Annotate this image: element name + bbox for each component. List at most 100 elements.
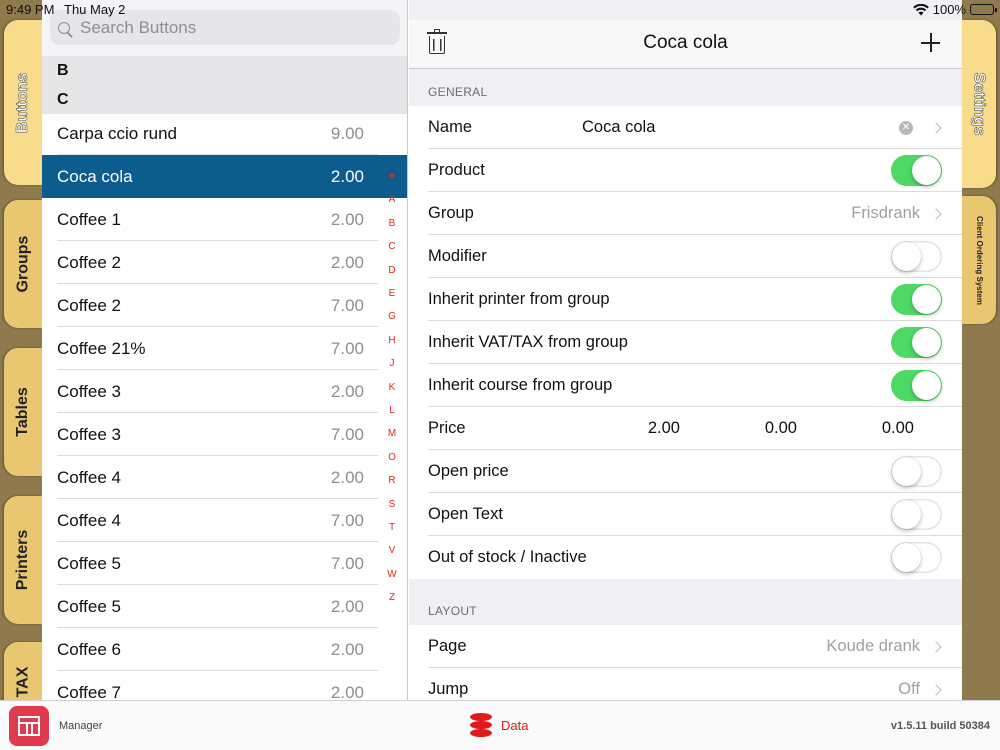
list-item[interactable]: Coffee 2 2.00 [42,241,407,284]
setting-label: Open Text [428,505,503,523]
price-field[interactable]: 0.00 [854,419,914,438]
index-letter[interactable]: A [382,194,402,205]
toggle-switch[interactable] [891,155,942,186]
tab-tables-label: Tables [14,387,31,437]
price-field[interactable]: 2.00 [620,419,680,438]
list-item-price: 2.00 [330,166,364,186]
list-item[interactable]: Coffee 2 7.00 [42,284,407,327]
index-letter[interactable]: J [382,358,402,369]
index-letter[interactable]: O [382,452,402,463]
toggle-switch[interactable] [891,542,942,573]
setting-page[interactable]: Page Koude drank [409,625,962,668]
list-item[interactable]: Coffee 7 2.00 [42,671,407,701]
list-item[interactable]: Coffee 5 7.00 [42,542,407,585]
index-letter[interactable]: L [382,405,402,416]
index-letter[interactable]: Z [382,592,402,603]
tab-client-ordering-label: Client Ordering System [974,215,984,305]
data-tab-label: Data [501,717,529,733]
setting-inherit-printer-from-group: Inherit printer from group [409,278,962,321]
setting-label: Inherit VAT/TAX from group [428,333,628,351]
setting-label: Open price [428,462,509,480]
index-letter[interactable]: V [382,545,402,556]
setting-group[interactable]: Group Frisdrank [409,192,962,235]
tab-tables[interactable]: Tables [4,348,42,476]
add-icon[interactable] [921,33,940,52]
toggle-switch[interactable] [891,370,942,401]
list-item-price: 2.00 [330,381,364,401]
clear-icon[interactable]: ✕ [899,120,913,135]
battery-percent: 100% [932,2,966,17]
list-item-price: 2.00 [330,467,364,487]
index-letter[interactable]: B [382,218,402,229]
list-item-name: Coffee 7 [57,682,121,701]
tab-buttons[interactable]: Buttons [4,20,42,185]
index-letter[interactable]: ★ [382,171,402,182]
left-tab-rail: Buttons Groups Tables Printers TAX [0,0,42,722]
setting-label: Product [428,161,485,179]
toggle-switch[interactable] [891,241,942,272]
tab-client-ordering-system[interactable]: Client Ordering System [962,196,996,324]
list-item-price: 2.00 [330,596,364,616]
right-tab-rail: Settings Client Ordering System [962,0,1000,700]
list-item[interactable]: Carpa ccio rund 9.00 [42,112,407,155]
app-root: 9:49 PM Thu May 2 100% Buttons Groups Ta… [0,0,1000,750]
setting-label: Price [428,419,466,437]
toggle-switch[interactable] [891,327,942,358]
search-input[interactable] [80,17,370,38]
list-item[interactable]: Coffee 3 2.00 [42,370,407,413]
index-letter[interactable]: R [382,475,402,486]
search-icon [58,21,70,34]
index-letter[interactable]: E [382,288,402,299]
index-letter[interactable]: K [382,382,402,393]
setting-jump[interactable]: Jump Off [409,668,962,700]
index-letter[interactable]: W [382,569,402,580]
list-item[interactable]: Coffee 1 2.00 [42,198,407,241]
tab-buttons-label: Buttons [14,72,32,133]
data-tab[interactable]: Data [470,713,528,737]
setting-out-of-stock-inactive: Out of stock / Inactive [409,536,962,579]
setting-inherit-course-from-group: Inherit course from group [409,364,962,407]
wifi-icon [912,3,929,15]
price-field[interactable]: 0.00 [737,419,797,438]
buttons-list-panel: B C Carpa ccio rund9.00Coca cola2.00Coff… [42,0,408,700]
list-item-price: 9.00 [330,123,364,143]
setting-label: Inherit printer from group [428,290,610,308]
tab-settings[interactable]: Settings [962,20,996,188]
tab-groups[interactable]: Groups [4,200,42,328]
index-letter[interactable]: S [382,499,402,510]
index-letter[interactable]: D [382,265,402,276]
toggle-switch[interactable] [891,456,942,487]
list-item[interactable]: Coffee 4 2.00 [42,456,407,499]
tab-printers[interactable]: Printers [4,496,42,624]
list-item-price: 7.00 [330,553,364,573]
setting-value: Off [898,680,920,698]
chevron-right-icon [930,640,942,653]
list-item-name: Coffee 1 [57,209,121,229]
list-item[interactable]: Coffee 6 2.00 [42,628,407,671]
toggle-switch[interactable] [891,499,942,530]
name-input[interactable]: Coca cola [582,118,655,137]
list-item-name: Carpa ccio rund [57,123,178,143]
list-item[interactable]: Coffee 5 2.00 [42,585,407,628]
index-letter[interactable]: G [382,311,402,322]
list-item[interactable]: Coffee 4 7.00 [42,499,407,542]
setting-name[interactable]: Name Coca cola ✕ [409,106,962,149]
list-item[interactable]: Coffee 3 7.00 [42,413,407,456]
list-item[interactable]: Coffee 21% 7.00 [42,327,407,370]
section-header-c: C [42,85,407,114]
index-letter[interactable]: H [382,335,402,346]
setting-label: Jump [428,680,469,698]
setting-open-text: Open Text [409,493,962,536]
setting-modifier: Modifier [409,235,962,278]
list-item-name: Coffee 5 [57,553,121,573]
toggle-switch[interactable] [891,284,942,315]
list-item[interactable]: Coca cola 2.00 [42,155,407,198]
index-letter[interactable]: M [382,428,402,439]
list-item-name: Coffee 5 [57,596,121,616]
manager-app-icon[interactable] [9,706,49,746]
list-item-price: 7.00 [330,424,364,444]
setting-label: Modifier [428,247,487,265]
index-letter[interactable]: C [382,241,402,252]
index-letter[interactable]: T [382,522,402,533]
list-item-price: 2.00 [330,639,364,659]
